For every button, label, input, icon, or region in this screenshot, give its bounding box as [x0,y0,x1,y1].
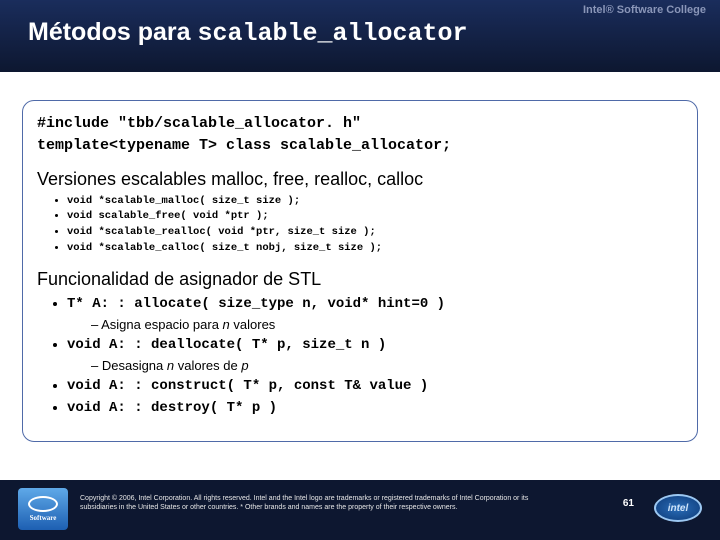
copyright-text: Copyright © 2006, Intel Corporation. All… [80,494,560,513]
section2-list: T* A: : allocate( size_type n, void* hin… [67,294,683,420]
list-item: void *scalable_malloc( size_t size ); [67,194,683,210]
header-band: Intel® Software College Métodos para sca… [0,0,720,72]
intel-logo-text: intel [668,503,689,514]
include-line-2: template<typename T> class scalable_allo… [37,135,683,157]
list-item: void *scalable_calloc( size_t nobj, size… [67,241,683,257]
list-item: void scalable_free( void *ptr ); [67,209,683,225]
software-label: Software [30,514,57,522]
title-plain: Métodos para [28,18,197,46]
intel-oval-icon [28,496,58,512]
intel-software-logo: Software [18,488,68,530]
sub-text: – Asigna espacio para n valores [91,315,683,335]
intel-logo: intel [654,494,702,522]
list-item: void A: : destroy( T* p ) [67,398,683,420]
include-line-1: #include "tbb/scalable_allocator. h" [37,113,683,135]
sub-text: – Desasigna n valores de p [91,356,683,376]
footer: Software Copyright © 2006, Intel Corpora… [0,480,720,540]
section2-heading: Funcionalidad de asignador de STL [37,269,683,290]
section1-heading: Versiones escalables malloc, free, reall… [37,169,683,190]
title-mono: scalable_allocator [197,19,467,48]
code-text: T* A: : allocate( size_type n, void* hin… [67,296,445,312]
list-item: T* A: : allocate( size_type n, void* hin… [67,294,683,335]
list-item: void A: : deallocate( T* p, size_t n ) –… [67,335,683,376]
code-text: void A: : deallocate( T* p, size_t n ) [67,337,386,353]
college-label: Intel® Software College [583,4,706,16]
page-number: 61 [623,498,634,509]
content-box: #include "tbb/scalable_allocator. h" tem… [22,100,698,442]
list-item: void *scalable_realloc( void *ptr, size_… [67,225,683,241]
page-title: Métodos para scalable_allocator [28,18,468,48]
list-item: void A: : construct( T* p, const T& valu… [67,376,683,398]
section1-list: void *scalable_malloc( size_t size ); vo… [67,194,683,257]
